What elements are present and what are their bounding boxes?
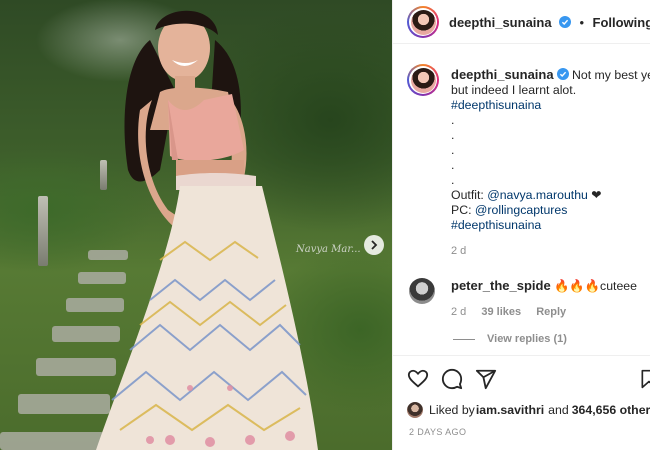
header-separator: • (579, 15, 585, 30)
hashtag-link[interactable]: #deepthisunaina (451, 98, 647, 113)
outfit-mention-link[interactable]: @navya.marouthu (487, 188, 588, 202)
post-side-panel: deepthi_sunaina • Following deepthi_suna… (392, 0, 650, 450)
save-icon[interactable] (639, 368, 650, 390)
post-date[interactable]: 2 DAYS AGO (409, 427, 466, 437)
heart-emoji: ❤ (587, 188, 602, 202)
comment-likes-link[interactable]: 39 likes (481, 306, 521, 318)
author-username-link[interactable]: deepthi_sunaina (449, 15, 552, 30)
liker-username-link[interactable]: iam.savithri (476, 403, 544, 417)
pc-mention-link[interactable]: @rollingcaptures (475, 203, 567, 217)
comment-timestamp[interactable]: 2 d (451, 306, 466, 318)
verified-badge-icon (556, 68, 569, 80)
likes-prefix: Liked by (429, 403, 475, 417)
commenter-avatar[interactable] (409, 278, 435, 304)
share-icon[interactable] (475, 368, 497, 390)
following-button[interactable]: Following (593, 15, 650, 30)
post-photo[interactable]: Navya Mar... (0, 0, 392, 450)
caption-author-link[interactable]: deepthi_sunaina (451, 67, 554, 82)
likes-others-link[interactable]: 364,656 others (572, 403, 650, 417)
commenter-username-link[interactable]: peter_the_spide (451, 278, 551, 293)
verified-badge-icon (559, 16, 572, 28)
pc-label: PC: (451, 203, 475, 217)
caption-author-avatar[interactable] (407, 64, 439, 96)
post-caption: deepthi_sunaina Not my best year. but in… (451, 67, 650, 259)
comment-icon[interactable] (441, 368, 463, 390)
likes-summary: Liked by iam.savithri and 364,656 others (407, 402, 650, 418)
chevron-right-icon (371, 240, 378, 250)
caption-timestamp[interactable]: 2 d (451, 244, 647, 259)
heart-icon[interactable] (407, 368, 429, 390)
comment-reply-button[interactable]: Reply (536, 306, 566, 318)
post-header: deepthi_sunaina • Following (393, 0, 650, 44)
liker-avatar[interactable] (407, 402, 423, 418)
hashtag-link[interactable]: #deepthisunaina (451, 218, 647, 233)
view-replies-button[interactable]: View replies (1) (453, 333, 567, 345)
caption-line: Not my best year. (572, 68, 650, 82)
photo-watermark: Navya Mar... (295, 244, 361, 255)
caption-dot: . (451, 113, 455, 127)
outfit-label: Outfit: (451, 188, 488, 202)
comment-text: 🔥🔥🔥cuteee (554, 279, 637, 293)
author-avatar[interactable] (407, 6, 439, 38)
caption-line: but indeed I learnt alot. (451, 83, 577, 97)
likes-middle: and (548, 403, 569, 417)
next-photo-button[interactable] (364, 235, 384, 255)
caption-dot: . (451, 173, 455, 187)
caption-dot: . (451, 128, 455, 142)
caption-dot: . (451, 158, 455, 172)
view-replies-label: View replies (1) (487, 333, 567, 345)
woman-figure: Navya Mar... (96, 10, 361, 450)
replies-divider (453, 338, 475, 340)
caption-dot: . (451, 143, 455, 157)
